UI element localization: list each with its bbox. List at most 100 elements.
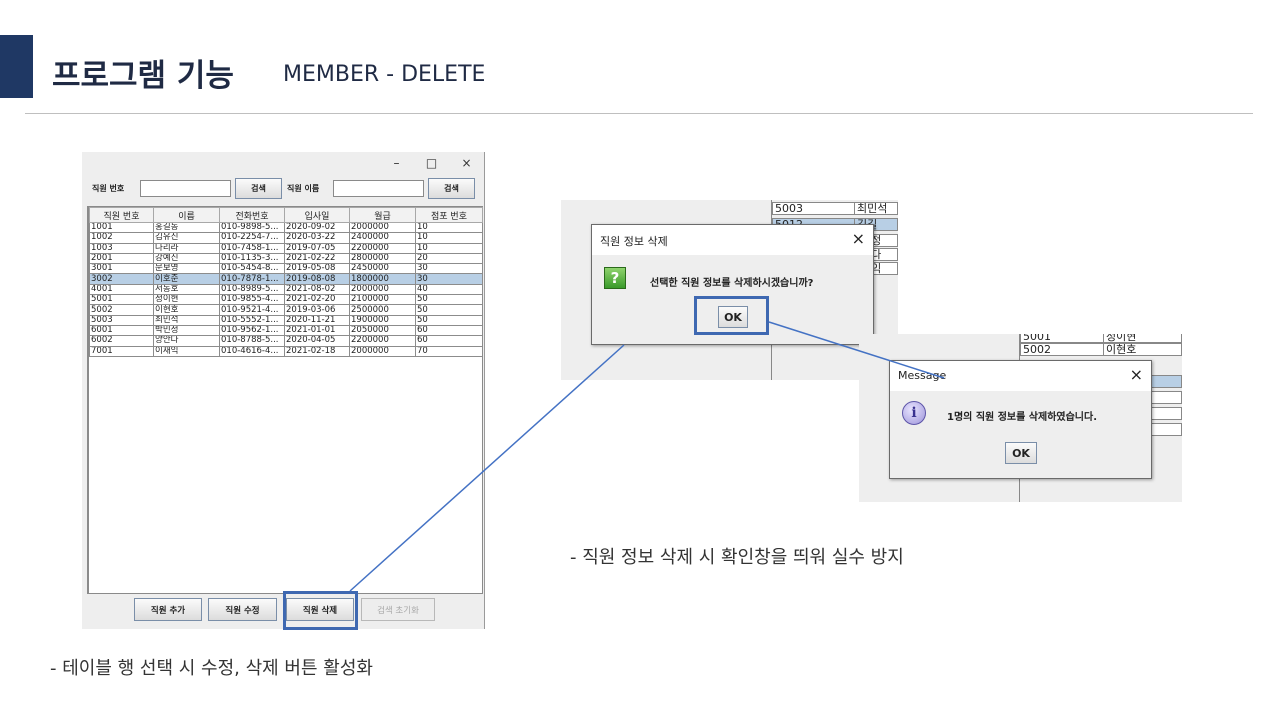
table-cell: 1002 <box>89 232 154 244</box>
table-cell: 50 <box>415 304 483 316</box>
message-ok-button[interactable]: OK <box>1005 442 1037 464</box>
table-cell: 이재익 <box>153 345 220 357</box>
table-row[interactable]: 4001 서동호 010-8989-5... 2021-08-02 2000000 40 <box>89 283 483 296</box>
bg-cell <box>1151 391 1182 404</box>
table-cell: 20 <box>415 252 483 265</box>
minimize-button[interactable]: – <box>379 152 414 174</box>
message-dialog-screenshot: 5001 정이현 5002 이현호 Message × i 1명의 직원 정보를… <box>859 334 1182 502</box>
table-cell: 2021-02-18 <box>284 345 350 357</box>
col-salary[interactable]: 월급 <box>349 207 416 223</box>
table-cell: 2021-02-22 <box>284 252 350 265</box>
table-cell: 010-9855-4... <box>219 294 285 306</box>
table-row[interactable]: 3002 이호준 010-7878-1... 2019-08-08 1800000 30 <box>89 273 483 285</box>
table-cell: 010-1135-3... <box>219 252 285 265</box>
table-cell: 정이현 <box>153 294 220 306</box>
table-row[interactable]: 6001 박민정 010-9562-1... 2021-01-01 2050000 60 <box>89 324 483 337</box>
col-emp-no[interactable]: 직원 번호 <box>89 207 154 223</box>
table-cell: 010-8989-5... <box>219 283 285 296</box>
table-cell: 문보영 <box>153 263 220 275</box>
col-phone[interactable]: 전화번호 <box>219 207 285 223</box>
table-cell: 010-9562-1... <box>219 324 285 337</box>
slide-subtitle: MEMBER - DELETE <box>283 62 486 87</box>
col-hire-date[interactable]: 입사일 <box>284 207 350 223</box>
table-row[interactable]: 1002 김유진 010-2254-7... 2020-03-22 2400000 10 <box>89 232 483 244</box>
message-dialog-close-icon[interactable]: × <box>1130 365 1143 384</box>
left-caption: - 테이블 행 선택 시 수정, 삭제 버튼 활성화 <box>50 658 373 679</box>
table-cell: 010-7458-1... <box>219 242 285 254</box>
table-row[interactable]: 1003 나리라 010-7458-1... 2019-07-05 2200000 10 <box>89 242 483 254</box>
message-dialog-titlebar: Message × <box>890 361 1151 391</box>
table-cell: 2200000 <box>349 335 416 347</box>
table-cell: 10 <box>415 221 483 234</box>
right-caption: - 직원 정보 삭제 시 확인창을 띄워 실수 방지 <box>570 547 904 568</box>
table-cell: 1800000 <box>349 273 416 285</box>
table-cell: 010-7878-1... <box>219 273 285 285</box>
confirm-dialog-message: 선택한 직원 정보를 삭제하시겠습니까? <box>650 278 814 289</box>
edit-employee-button[interactable]: 직원 수정 <box>208 598 277 621</box>
search-button-emp-no[interactable]: 검색 <box>235 178 282 199</box>
table-row[interactable]: 5002 이현호 010-9521-4... 2019-03-06 2500000 50 <box>89 304 483 316</box>
table-cell: 010-4616-4... <box>219 345 285 357</box>
table-cell: 5002 <box>89 304 154 316</box>
emp-no-label: 직원 번호 <box>92 184 125 193</box>
table-cell: 2100000 <box>349 294 416 306</box>
table-cell: 010-5454-8... <box>219 263 285 275</box>
table-cell: 2800000 <box>349 252 416 265</box>
table-cell: 3001 <box>89 263 154 275</box>
bg-cell: 5002 <box>1020 343 1104 356</box>
table-row[interactable]: 6002 양안다 010-8788-5... 2020-04-05 2200000 60 <box>89 335 483 347</box>
table-cell: 010-5552-1... <box>219 314 285 326</box>
table-row[interactable]: 3001 문보영 010-5454-8... 2019-05-08 2450000 30 <box>89 263 483 275</box>
bg-cell <box>1151 407 1182 420</box>
table-cell: 박민정 <box>153 324 220 337</box>
table-cell: 2020-03-22 <box>284 232 350 244</box>
employee-table[interactable]: 직원 번호 이름 전화번호 입사일 월급 점포 번호 1001 홍길동 010-98… <box>87 206 483 594</box>
table-cell: 010-8788-5... <box>219 335 285 347</box>
close-button[interactable]: × <box>449 152 484 174</box>
table-cell: 1900000 <box>349 314 416 326</box>
ok-button-highlight <box>694 296 769 335</box>
table-cell: 1001 <box>89 221 154 234</box>
reset-search-button: 검색 초기화 <box>361 598 435 621</box>
title-divider <box>25 113 1253 114</box>
table-cell: 이호준 <box>153 273 220 285</box>
table-row[interactable]: 5001 정이현 010-9855-4... 2021-02-20 2100000 50 <box>89 294 483 306</box>
table-cell: 서동호 <box>153 283 220 296</box>
table-cell: 2000000 <box>349 283 416 296</box>
table-cell: 2000000 <box>349 221 416 234</box>
emp-no-input[interactable] <box>140 180 231 197</box>
table-cell: 7001 <box>89 345 154 357</box>
col-name[interactable]: 이름 <box>153 207 220 223</box>
employee-window: – □ × 직원 번호 검색 직원 이름 검색 직원 번호 이름 전화번호 입사… <box>82 152 485 629</box>
table-cell: 2050000 <box>349 324 416 337</box>
table-cell: 5001 <box>89 294 154 306</box>
bg-cell: 정이현 <box>1103 334 1182 343</box>
bg-cell: 최민석 <box>854 202 898 215</box>
confirm-dialog-close-icon[interactable]: × <box>852 229 865 248</box>
table-row[interactable]: 5003 최민석 010-5552-1... 2020-11-21 1900000 50 <box>89 314 483 326</box>
table-row[interactable]: 1001 홍길동 010-9898-5... 2020-09-02 2000000 10 <box>89 221 483 234</box>
confirm-dialog-title: 직원 정보 삭제 <box>600 235 668 248</box>
slide-title: 프로그램 기능 <box>52 58 234 94</box>
window-controls: – □ × <box>379 152 484 174</box>
table-cell: 2020-04-05 <box>284 335 350 347</box>
table-row[interactable]: 2001 강예진 010-1135-3... 2021-02-22 2800000 20 <box>89 252 483 265</box>
table-cell: 60 <box>415 324 483 337</box>
table-cell: 10 <box>415 242 483 254</box>
emp-name-input[interactable] <box>333 180 424 197</box>
add-employee-button[interactable]: 직원 추가 <box>134 598 202 621</box>
table-cell: 60 <box>415 335 483 347</box>
bg-cell: 5003 <box>772 202 855 215</box>
table-row[interactable]: 7001 이재익 010-4616-4... 2021-02-18 2000000 70 <box>89 345 483 357</box>
table-cell: 2020-09-02 <box>284 221 350 234</box>
table-cell: 나리라 <box>153 242 220 254</box>
table-cell: 2019-08-08 <box>284 273 350 285</box>
search-button-emp-name[interactable]: 검색 <box>428 178 475 199</box>
table-cell: 40 <box>415 283 483 296</box>
table-cell: 2021-01-01 <box>284 324 350 337</box>
table-cell: 5003 <box>89 314 154 326</box>
maximize-button[interactable]: □ <box>414 152 449 174</box>
col-store-no[interactable]: 점포 번호 <box>415 207 483 223</box>
table-cell: 강예진 <box>153 252 220 265</box>
message-dialog: Message × i 1명의 직원 정보를 삭제하였습니다. OK <box>889 360 1152 479</box>
